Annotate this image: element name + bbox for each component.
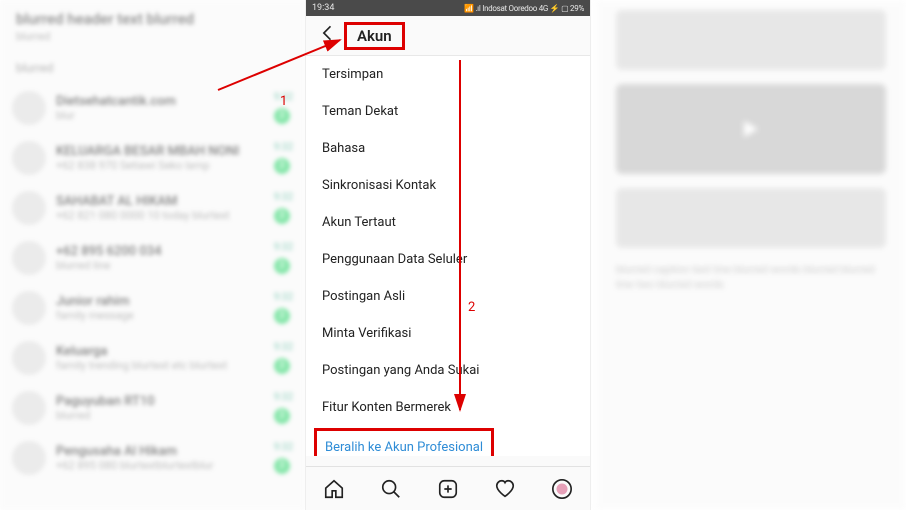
header-title-highlight: Akun — [344, 22, 405, 50]
menu-item-bahasa[interactable]: Bahasa — [306, 130, 590, 167]
page-title: Akun — [357, 27, 392, 45]
status-right: 📶 .ıl Indosat Ooredoo 4G ⚡ ▢ 29% — [464, 4, 584, 13]
menu-item-minta-verifikasi[interactable]: Minta Verifikasi — [306, 315, 590, 352]
chat-list-item: SAHABAT AL HIKAM+62 821 080 0000 10 toda… — [0, 183, 305, 233]
settings-menu-list[interactable]: TersimpanTeman DekatBahasaSinkronisasi K… — [306, 56, 590, 456]
menu-item-penggunaan-data-seluler[interactable]: Penggunaan Data Seluler — [306, 241, 590, 278]
home-icon[interactable] — [323, 478, 345, 500]
chat-list-item: Pengusaha Al Hikam+62 895 080 blurtextbl… — [0, 433, 305, 483]
profile-icon[interactable] — [551, 478, 573, 500]
add-post-icon[interactable] — [437, 478, 459, 500]
menu-item-sinkronisasi-kontak[interactable]: Sinkronisasi Kontak — [306, 167, 590, 204]
chat-list-item: Keluargafamily trending blurtext etc blu… — [0, 333, 305, 383]
chat-list-item: Dietsehatcantik.comblur9:323 — [0, 83, 305, 133]
status-bar: 19:34 📶 .ıl Indosat Ooredoo 4G ⚡ ▢ 29% — [306, 0, 590, 16]
search-icon[interactable] — [380, 478, 402, 500]
chat-list-item: +62 895 6200 034blurred line9:323 — [0, 233, 305, 283]
chat-list-item: KELUARGA BESAR MBAH NONI+62 838 970 Seti… — [0, 133, 305, 183]
menu-item-akun-tertaut[interactable]: Akun Tertaut — [306, 204, 590, 241]
blurred-right-panel: blurred caption text line blurred words … — [596, 0, 906, 510]
back-icon[interactable] — [314, 23, 342, 48]
chat-list-item: Paguyuban RT10blurred9:323 — [0, 383, 305, 433]
menu-item-postingan-asli[interactable]: Postingan Asli — [306, 278, 590, 315]
phone-frame: 19:34 📶 .ıl Indosat Ooredoo 4G ⚡ ▢ 29% A… — [305, 0, 591, 510]
bottom-nav — [306, 466, 590, 510]
status-time: 19:34 — [312, 3, 334, 13]
activity-heart-icon[interactable] — [494, 478, 516, 500]
switch-account-highlight: Beralih ke Akun Profesional — [314, 428, 494, 456]
blurred-left-panel: blurred header text blurred blurred blur… — [0, 0, 305, 510]
menu-item-fitur-konten-bermerek[interactable]: Fitur Konten Bermerek — [306, 389, 590, 426]
menu-item-teman-dekat[interactable]: Teman Dekat — [306, 93, 590, 130]
menu-item-tersimpan[interactable]: Tersimpan — [306, 56, 590, 93]
header-bar: Akun — [306, 16, 590, 56]
menu-item-postingan-yang-anda-sukai[interactable]: Postingan yang Anda Sukai — [306, 352, 590, 389]
chat-list-item: Junior rahimfamily message9:323 — [0, 283, 305, 333]
switch-to-professional-account[interactable]: Beralih ke Akun Profesional — [321, 431, 487, 456]
